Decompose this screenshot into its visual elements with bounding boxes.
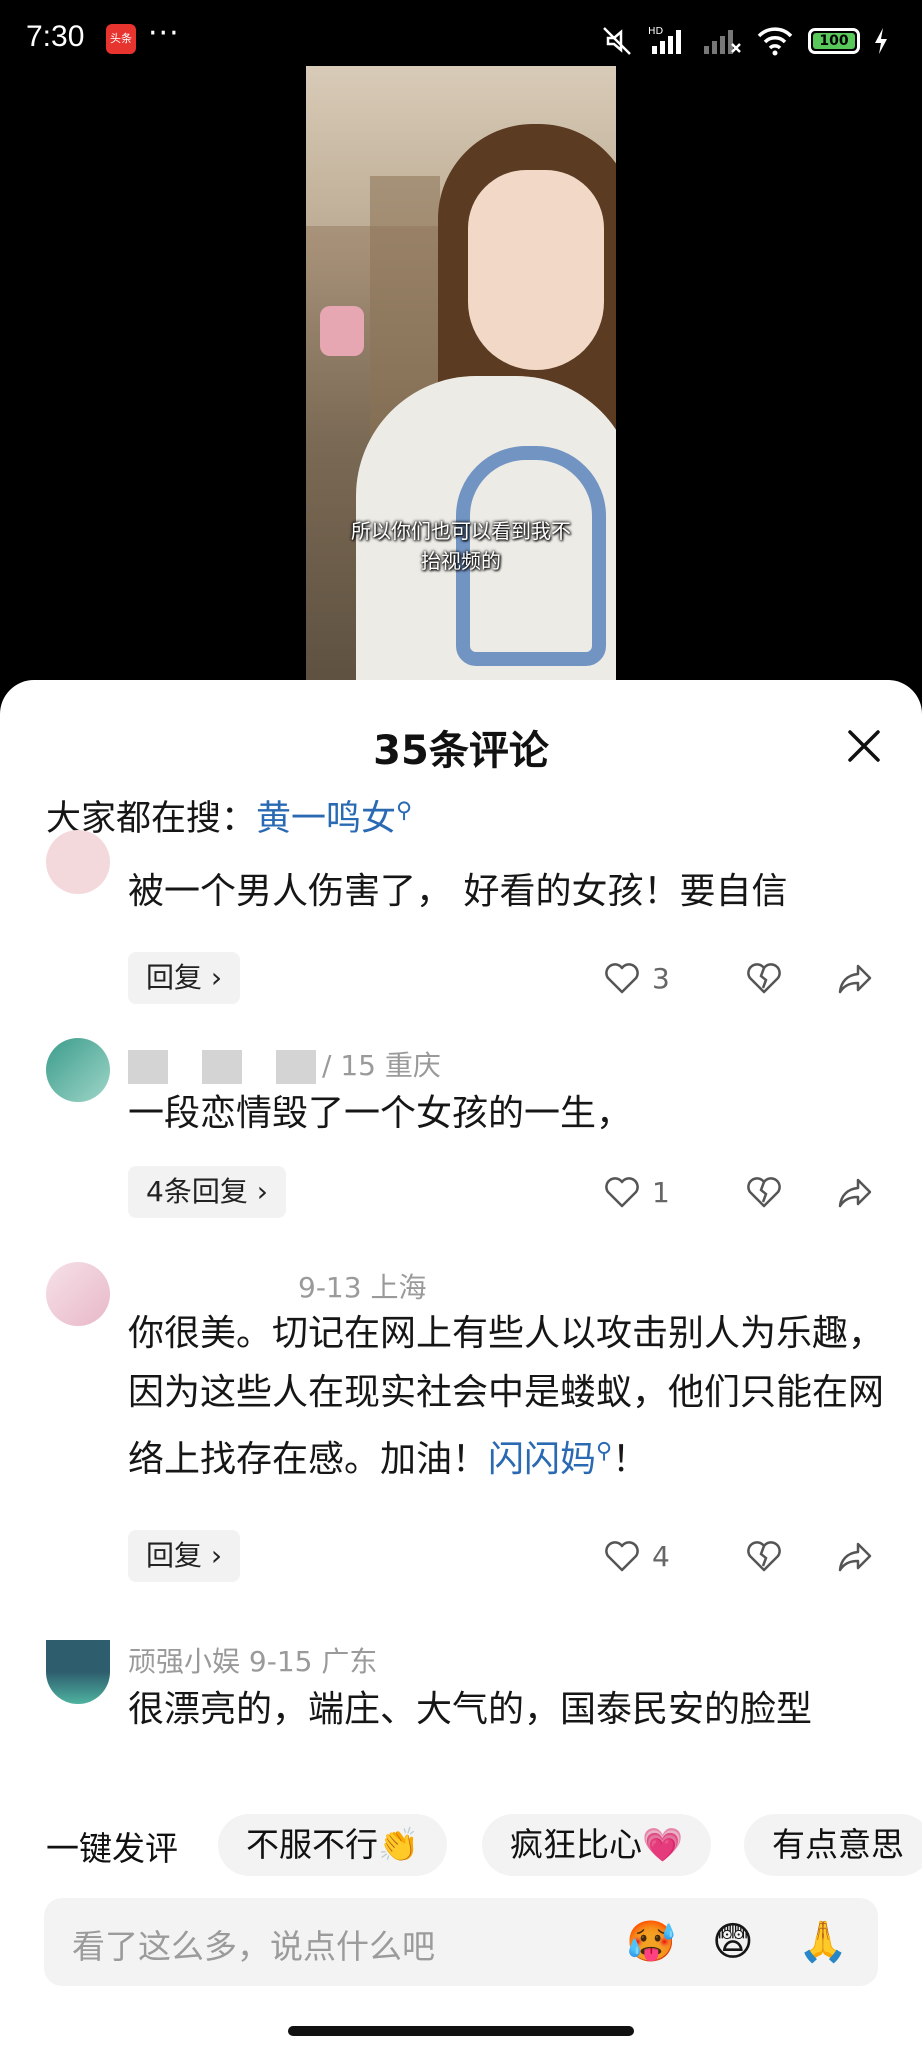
comment-actions: 1 <box>602 1166 876 1218</box>
video-frame-face <box>468 170 604 370</box>
comment-input-placeholder: 看了这么多，说点什么吧 <box>72 1927 435 1966</box>
comment-date-location: 顽强小娱 9-15 广东 <box>128 1645 378 1678</box>
wifi-icon <box>757 27 793 56</box>
battery-icon: 100 <box>808 28 860 54</box>
charging-icon <box>875 28 887 54</box>
like-count: 4 <box>652 1539 670 1573</box>
emoji-pray-icon[interactable]: 🙏 <box>798 1918 848 1966</box>
status-icons: HD 100 <box>600 24 888 58</box>
comment-input[interactable]: 看了这么多，说点什么吧 🥵 😨 🙏 <box>44 1898 878 1986</box>
avatar[interactable] <box>46 1640 110 1704</box>
avatar[interactable] <box>46 830 110 894</box>
quick-reaction-chip[interactable]: 有点意思 <box>744 1814 922 1876</box>
trending-search: 大家都在搜：黄一鸣女⚲ <box>46 790 412 841</box>
comment-actions: 3 <box>602 952 876 1004</box>
view-replies-button[interactable]: 4条回复 › <box>128 1166 286 1218</box>
heart-icon <box>605 963 639 994</box>
app-notification-icon: 头条 <box>106 24 136 54</box>
like-count: 1 <box>652 1175 670 1209</box>
heart-icon <box>605 1541 639 1572</box>
share-icon[interactable] <box>836 958 876 998</box>
broken-heart-icon[interactable] <box>744 1172 784 1212</box>
share-icon[interactable] <box>836 1536 876 1576</box>
comment-actions: 4 <box>602 1530 876 1582</box>
quick-reaction-chip[interactable]: 不服不行👏 <box>218 1814 448 1876</box>
comment-text: 一段恋情毁了一个女孩的一生， <box>128 1093 633 1134</box>
search-icon: ⚲ <box>396 798 413 824</box>
comment-text: 被一个男人伤害了， 好看的女孩！要自信 <box>128 871 788 912</box>
emoji-shocked-icon[interactable]: 😨 <box>712 1918 754 1966</box>
trending-search-link[interactable]: 黄一鸣女 <box>256 799 396 839</box>
like-button[interactable]: 3 <box>602 958 698 998</box>
reply-button[interactable]: 回复 › <box>128 1530 241 1582</box>
more-notifications-icon: ··· <box>148 16 180 51</box>
comment-meta: / 15 重庆 <box>128 1044 441 1084</box>
comment-keyword-link[interactable]: 闪闪妈 <box>488 1439 596 1480</box>
clock: 7:30 <box>26 20 85 53</box>
subtitle-line: 抬视频的 <box>421 549 501 573</box>
mute-icon <box>603 27 631 55</box>
blurred-username <box>202 1050 242 1084</box>
quick-reaction-bar: 一键发评 不服不行👏 疯狂比心💗 有点意思 <box>0 1810 922 1880</box>
blurred-username <box>128 1050 168 1084</box>
video-player[interactable]: 所以你们也可以看到我不 抬视频的 <box>306 66 616 686</box>
like-button[interactable]: 4 <box>602 1536 698 1576</box>
home-indicator[interactable] <box>288 2026 634 2036</box>
subtitle-line: 所以你们也可以看到我不 <box>351 519 571 543</box>
broken-heart-icon[interactable] <box>744 1536 784 1576</box>
comment-date-location: / 15 重庆 <box>322 1049 441 1082</box>
video-frame-bag <box>320 306 364 356</box>
broken-heart-icon[interactable] <box>744 958 784 998</box>
like-button[interactable]: 1 <box>602 1172 698 1212</box>
battery-level: 100 <box>813 33 855 49</box>
comment-text: 很漂亮的，端庄、大气的，国泰民安的脸型 <box>128 1689 813 1730</box>
comments-count-title: 35条评论 <box>373 728 549 774</box>
like-count: 3 <box>652 961 670 995</box>
heart-icon <box>605 1177 639 1208</box>
comment-text: 你很美。切记在网上有些人以攻击别人为乐趣，因为这些人在现实社会中是蝼蚁，他们只能… <box>128 1304 888 1489</box>
blurred-username <box>276 1050 316 1084</box>
share-icon[interactable] <box>836 1172 876 1212</box>
quick-reaction-label: 一键发评 <box>46 1829 178 1868</box>
comment-date-location: 9-13 上海 <box>298 1271 427 1304</box>
quick-reaction-chip[interactable]: 疯狂比心💗 <box>482 1814 712 1876</box>
video-subtitle: 所以你们也可以看到我不 抬视频的 <box>306 516 616 576</box>
hd-signal-icon: HD <box>648 26 681 54</box>
avatar[interactable] <box>46 1038 110 1102</box>
comment-text-tail: ！ <box>612 1439 649 1480</box>
search-icon: ⚲ <box>596 1439 613 1464</box>
svg-text:HD: HD <box>648 26 664 37</box>
emoji-hot-face-icon[interactable]: 🥵 <box>626 1918 676 1966</box>
reply-button[interactable]: 回复 › <box>128 952 241 1004</box>
close-icon[interactable] <box>844 726 884 766</box>
signal-icon <box>704 30 741 54</box>
avatar[interactable] <box>46 1262 110 1326</box>
